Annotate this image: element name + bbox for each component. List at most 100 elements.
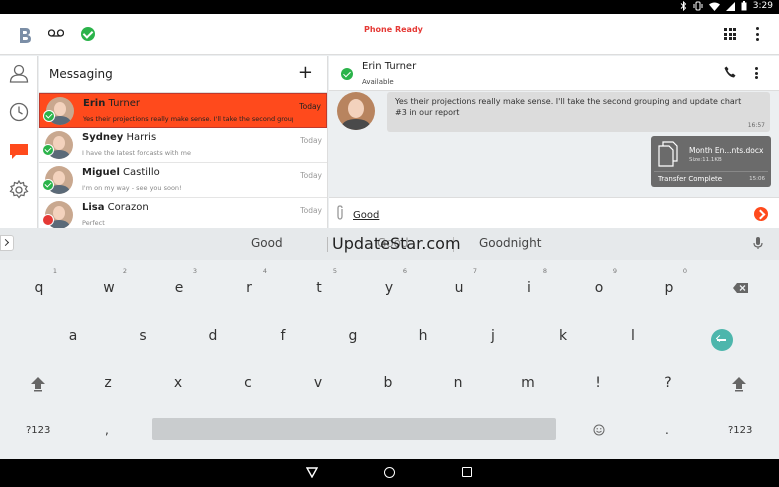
key-s[interactable]: s (123, 328, 163, 344)
file-divider (654, 171, 768, 172)
key-j[interactable]: j (473, 328, 513, 344)
battery-icon (741, 1, 747, 11)
app-logo-icon[interactable] (14, 25, 34, 45)
key-n[interactable]: n (438, 375, 478, 391)
key-d[interactable]: d (193, 328, 233, 344)
key-hint: 3 (192, 267, 197, 275)
messaging-panel: Messaging + Erin Turner Yes their project… (39, 56, 328, 233)
conversation-item[interactable]: Miguel Castillo I'm on my way - see you s… (39, 163, 327, 198)
file-transfer-card[interactable]: Month En...nts.docx Size:11.1KB Transfer… (651, 136, 771, 187)
key-g[interactable]: g (333, 328, 373, 344)
presence-available-icon (341, 68, 353, 80)
key-hint: 7 (472, 267, 477, 275)
key-h[interactable]: h (403, 328, 443, 344)
shift-left-icon[interactable] (30, 376, 46, 392)
conversation-name: Sydney Harris (82, 132, 157, 143)
recents-icon[interactable] (462, 467, 472, 477)
message-input[interactable]: Good (353, 210, 379, 221)
conversation-name: Erin Turner (83, 98, 140, 109)
settings-icon[interactable] (9, 180, 29, 200)
key-a[interactable]: a (53, 328, 93, 344)
key-hint: 5 (332, 267, 337, 275)
key-hint: 2 (122, 267, 127, 275)
key-question[interactable]: ? (648, 375, 688, 391)
shift-right-icon[interactable] (731, 376, 747, 392)
contact-avatar (337, 92, 375, 130)
conversation-name: Lisa Corazon (82, 202, 149, 213)
attach-icon[interactable] (335, 205, 345, 221)
key-hint: 1 (52, 267, 57, 275)
expand-chevron-icon[interactable] (0, 235, 14, 251)
file-size: Size:11.1KB (689, 157, 722, 163)
soft-keyboard: Good Good Goodnight UpdateStar.com 1q 2w 3… (0, 228, 779, 459)
conversation-item[interactable]: Sydney Harris I have the latest forcasts … (39, 128, 327, 163)
wifi-icon (708, 2, 720, 11)
key-hint: 9 (612, 267, 617, 275)
overflow-menu-icon[interactable] (756, 27, 760, 41)
suggestion-1[interactable]: Good (251, 236, 283, 250)
chat-icon[interactable] (9, 141, 29, 161)
history-icon[interactable] (9, 102, 29, 122)
message-bubble[interactable]: Yes their projections really make sense.… (387, 92, 770, 132)
backspace-icon[interactable] (733, 283, 748, 293)
enter-key[interactable] (711, 329, 733, 351)
conversation-time: Today (299, 102, 321, 111)
nav-rail (0, 56, 38, 228)
period-key[interactable]: . (665, 423, 669, 437)
comma-key[interactable]: , (105, 423, 109, 437)
key-o[interactable]: 9o (579, 267, 619, 296)
key-k[interactable]: k (543, 328, 583, 344)
conversation-preview: I have the latest forcasts with me (82, 149, 191, 157)
suggestion-divider (327, 237, 328, 252)
key-v[interactable]: v (298, 375, 338, 391)
bluetooth-icon (680, 1, 686, 11)
back-icon[interactable] (306, 467, 318, 478)
file-status: Transfer Complete (658, 175, 723, 183)
call-icon[interactable] (724, 66, 736, 78)
suggestion-3[interactable]: Goodnight (479, 236, 541, 250)
chat-contact-status: Available (362, 78, 394, 86)
presence-busy-icon (42, 214, 54, 226)
status-bar: 3:29 (0, 0, 779, 14)
contacts-icon[interactable] (9, 63, 29, 83)
key-x[interactable]: x (158, 375, 198, 391)
new-message-button[interactable]: + (298, 64, 313, 82)
conversation-preview: Perfect (82, 219, 105, 227)
symbols-key-left[interactable]: ?123 (26, 425, 50, 436)
dialpad-grid-icon[interactable] (724, 28, 736, 40)
conversation-time: Today (300, 136, 322, 145)
conversation-item[interactable]: Erin Turner Yes their projections really … (39, 93, 327, 128)
key-z[interactable]: z (88, 375, 128, 391)
key-u[interactable]: 7u (439, 267, 479, 296)
key-l[interactable]: l (613, 328, 653, 344)
file-name: Month En...nts.docx (689, 146, 764, 155)
key-f[interactable]: f (263, 328, 303, 344)
chat-menu-icon[interactable] (755, 67, 758, 79)
key-c[interactable]: c (228, 375, 268, 391)
home-icon[interactable] (384, 467, 395, 478)
key-exclamation[interactable]: ! (578, 375, 618, 391)
presence-available-icon (42, 144, 54, 156)
key-m[interactable]: m (508, 375, 548, 391)
key-hint: 4 (262, 267, 267, 275)
file-time: 15:06 (749, 176, 765, 182)
key-hint: 0 (682, 267, 687, 275)
suggestion-strip: Good Good Goodnight UpdateStar.com (0, 228, 779, 260)
key-p[interactable]: 0p (649, 267, 689, 296)
spacebar[interactable] (152, 418, 556, 440)
microphone-icon[interactable] (753, 236, 763, 250)
voicemail-icon[interactable] (48, 29, 64, 37)
key-w[interactable]: 2w (89, 267, 129, 296)
key-b[interactable]: b (368, 375, 408, 391)
key-t[interactable]: 5t (299, 267, 339, 296)
symbols-key-right[interactable]: ?123 (728, 425, 752, 436)
key-e[interactable]: 3e (159, 267, 199, 296)
key-y[interactable]: 6y (369, 267, 409, 296)
key-q[interactable]: 1q (19, 267, 59, 296)
send-button[interactable] (754, 207, 768, 221)
key-i[interactable]: 8i (509, 267, 549, 296)
phone-status-text: Phone Ready (364, 25, 423, 34)
key-r[interactable]: 4r (229, 267, 269, 296)
emoji-icon[interactable] (593, 424, 605, 436)
document-icon (658, 141, 678, 167)
